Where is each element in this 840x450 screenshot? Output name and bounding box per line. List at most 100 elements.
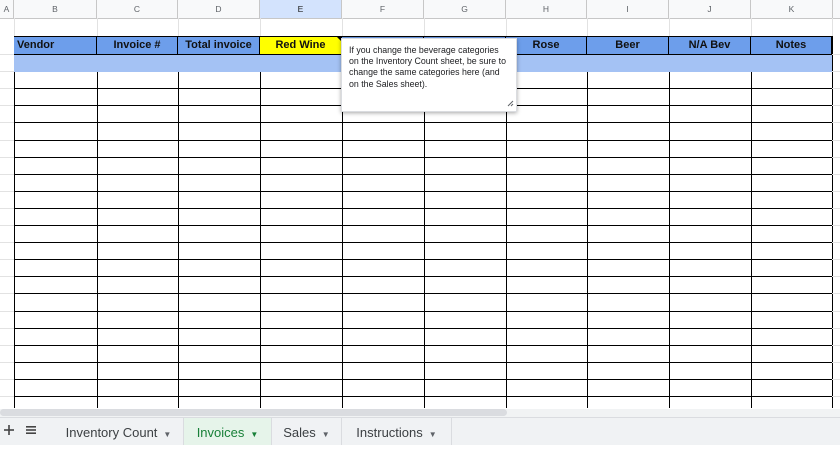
gutter-hline bbox=[0, 379, 14, 380]
grid-hline bbox=[14, 191, 832, 192]
caret-down-icon[interactable]: ▼ bbox=[250, 430, 258, 439]
grid-hline bbox=[14, 293, 832, 294]
gutter-hline bbox=[0, 71, 14, 72]
caret-down-icon[interactable]: ▼ bbox=[322, 430, 330, 439]
sheet-tab-invoices[interactable]: Invoices ▼ bbox=[184, 418, 272, 445]
cell-note[interactable]: If you change the beverage categories on… bbox=[341, 38, 517, 112]
caret-down-icon[interactable]: ▼ bbox=[163, 430, 171, 439]
caret-down-icon[interactable]: ▼ bbox=[429, 430, 437, 439]
sheet-tab-instructions[interactable]: Instructions ▼ bbox=[342, 418, 452, 445]
gutter-hline bbox=[832, 140, 840, 141]
gutter-hline bbox=[832, 293, 840, 294]
gutter-hline bbox=[0, 140, 14, 141]
grid-hline bbox=[14, 259, 832, 260]
gutter-hline bbox=[0, 208, 14, 209]
grid-vline bbox=[832, 18, 833, 36]
gutter-hline bbox=[832, 208, 840, 209]
grid-vline bbox=[178, 18, 179, 36]
column-header-k[interactable]: K bbox=[751, 0, 833, 18]
grid-vline bbox=[260, 36, 261, 408]
gutter-hline bbox=[832, 345, 840, 346]
header-cell-invoice-number[interactable]: Invoice # bbox=[97, 37, 178, 54]
column-header-e[interactable]: E bbox=[260, 0, 342, 18]
gutter-hline bbox=[0, 311, 14, 312]
grid-hline bbox=[14, 362, 832, 363]
column-header-a[interactable]: A bbox=[0, 0, 14, 18]
grid-hline bbox=[14, 379, 832, 380]
gutter-hline bbox=[832, 242, 840, 243]
sheet-tab-label: Invoices bbox=[196, 425, 245, 440]
grid-vline bbox=[751, 18, 752, 36]
header-cell-red-wine[interactable]: Red Wine bbox=[260, 37, 342, 54]
column-header-c[interactable]: C bbox=[97, 0, 178, 18]
gutter-hline bbox=[0, 396, 14, 397]
cell-note-text: If you change the beverage categories on… bbox=[349, 45, 506, 89]
column-header-h[interactable]: H bbox=[506, 0, 587, 18]
gutter-hline bbox=[0, 276, 14, 277]
gutter-hline bbox=[832, 71, 840, 72]
gutter-hline bbox=[0, 345, 14, 346]
header-cell-beer[interactable]: Beer bbox=[587, 37, 669, 54]
sheet-tab-sales[interactable]: Sales ▼ bbox=[272, 418, 342, 445]
column-header-d[interactable]: D bbox=[178, 0, 260, 18]
gutter-hline bbox=[832, 225, 840, 226]
gutter-hline bbox=[832, 276, 840, 277]
gutter-hline bbox=[832, 311, 840, 312]
grid-hline bbox=[14, 122, 832, 123]
gutter-hline bbox=[0, 105, 14, 106]
grid-hline bbox=[14, 345, 832, 346]
grid-vline bbox=[342, 18, 343, 36]
grid-hline bbox=[14, 276, 832, 277]
sheet-tab-inventory-count[interactable]: Inventory Count ▼ bbox=[54, 418, 184, 445]
gutter-hline bbox=[0, 362, 14, 363]
grid-vline bbox=[260, 18, 261, 36]
gutter-hline bbox=[832, 362, 840, 363]
grid-vline bbox=[832, 36, 833, 408]
grid-hline bbox=[14, 208, 832, 209]
grid-vline bbox=[97, 36, 98, 408]
all-sheets-icon[interactable] bbox=[22, 422, 40, 440]
header-cell-total-invoice[interactable]: Total invoice bbox=[178, 37, 260, 54]
header-cell-na-bev[interactable]: N/A Bev bbox=[669, 37, 751, 54]
gutter-hline bbox=[0, 174, 14, 175]
header-cell-vendor[interactable]: Vendor bbox=[14, 37, 97, 54]
grid-hline bbox=[14, 242, 832, 243]
grid-vline bbox=[751, 36, 752, 408]
gutter-hline bbox=[832, 157, 840, 158]
grid-vline bbox=[14, 18, 15, 36]
add-sheet-icon[interactable] bbox=[0, 422, 18, 440]
grid-vline bbox=[424, 18, 425, 36]
grid-hline bbox=[14, 311, 832, 312]
grid-hline bbox=[14, 396, 832, 397]
header-cell-notes[interactable]: Notes bbox=[751, 37, 832, 54]
sheet-tab-label: Instructions bbox=[356, 425, 423, 440]
gutter-hline bbox=[832, 379, 840, 380]
horizontal-scrollbar-thumb[interactable] bbox=[0, 409, 507, 416]
column-header-g[interactable]: G bbox=[424, 0, 506, 18]
grid-vline bbox=[669, 18, 670, 36]
sheet-tab-label: Inventory Count bbox=[65, 425, 158, 440]
grid-vline bbox=[14, 36, 15, 408]
column-header-j[interactable]: J bbox=[669, 0, 751, 18]
gutter-hline bbox=[0, 88, 14, 89]
gutter-hline bbox=[0, 328, 14, 329]
grid-vline bbox=[669, 36, 670, 408]
resize-handle-icon[interactable] bbox=[507, 99, 514, 110]
grid-vline bbox=[178, 36, 179, 408]
gutter-hline bbox=[832, 328, 840, 329]
column-header-b[interactable]: B bbox=[14, 0, 97, 18]
gutter-hline bbox=[832, 122, 840, 123]
grid-vline bbox=[506, 18, 507, 36]
column-header-i[interactable]: I bbox=[587, 0, 669, 18]
column-header-f[interactable]: F bbox=[342, 0, 424, 18]
header-cell-rose[interactable]: Rose bbox=[506, 37, 587, 54]
column-header-bar: A B C D E F G H I J K bbox=[0, 0, 840, 19]
gutter-hline bbox=[832, 54, 840, 55]
gutter-hline bbox=[0, 242, 14, 243]
gutter-hline bbox=[832, 105, 840, 106]
gutter-hline bbox=[0, 54, 14, 55]
gutter-hline bbox=[832, 88, 840, 89]
gutter-hline bbox=[0, 157, 14, 158]
grid-hline bbox=[14, 140, 832, 141]
grid-hline bbox=[14, 157, 832, 158]
